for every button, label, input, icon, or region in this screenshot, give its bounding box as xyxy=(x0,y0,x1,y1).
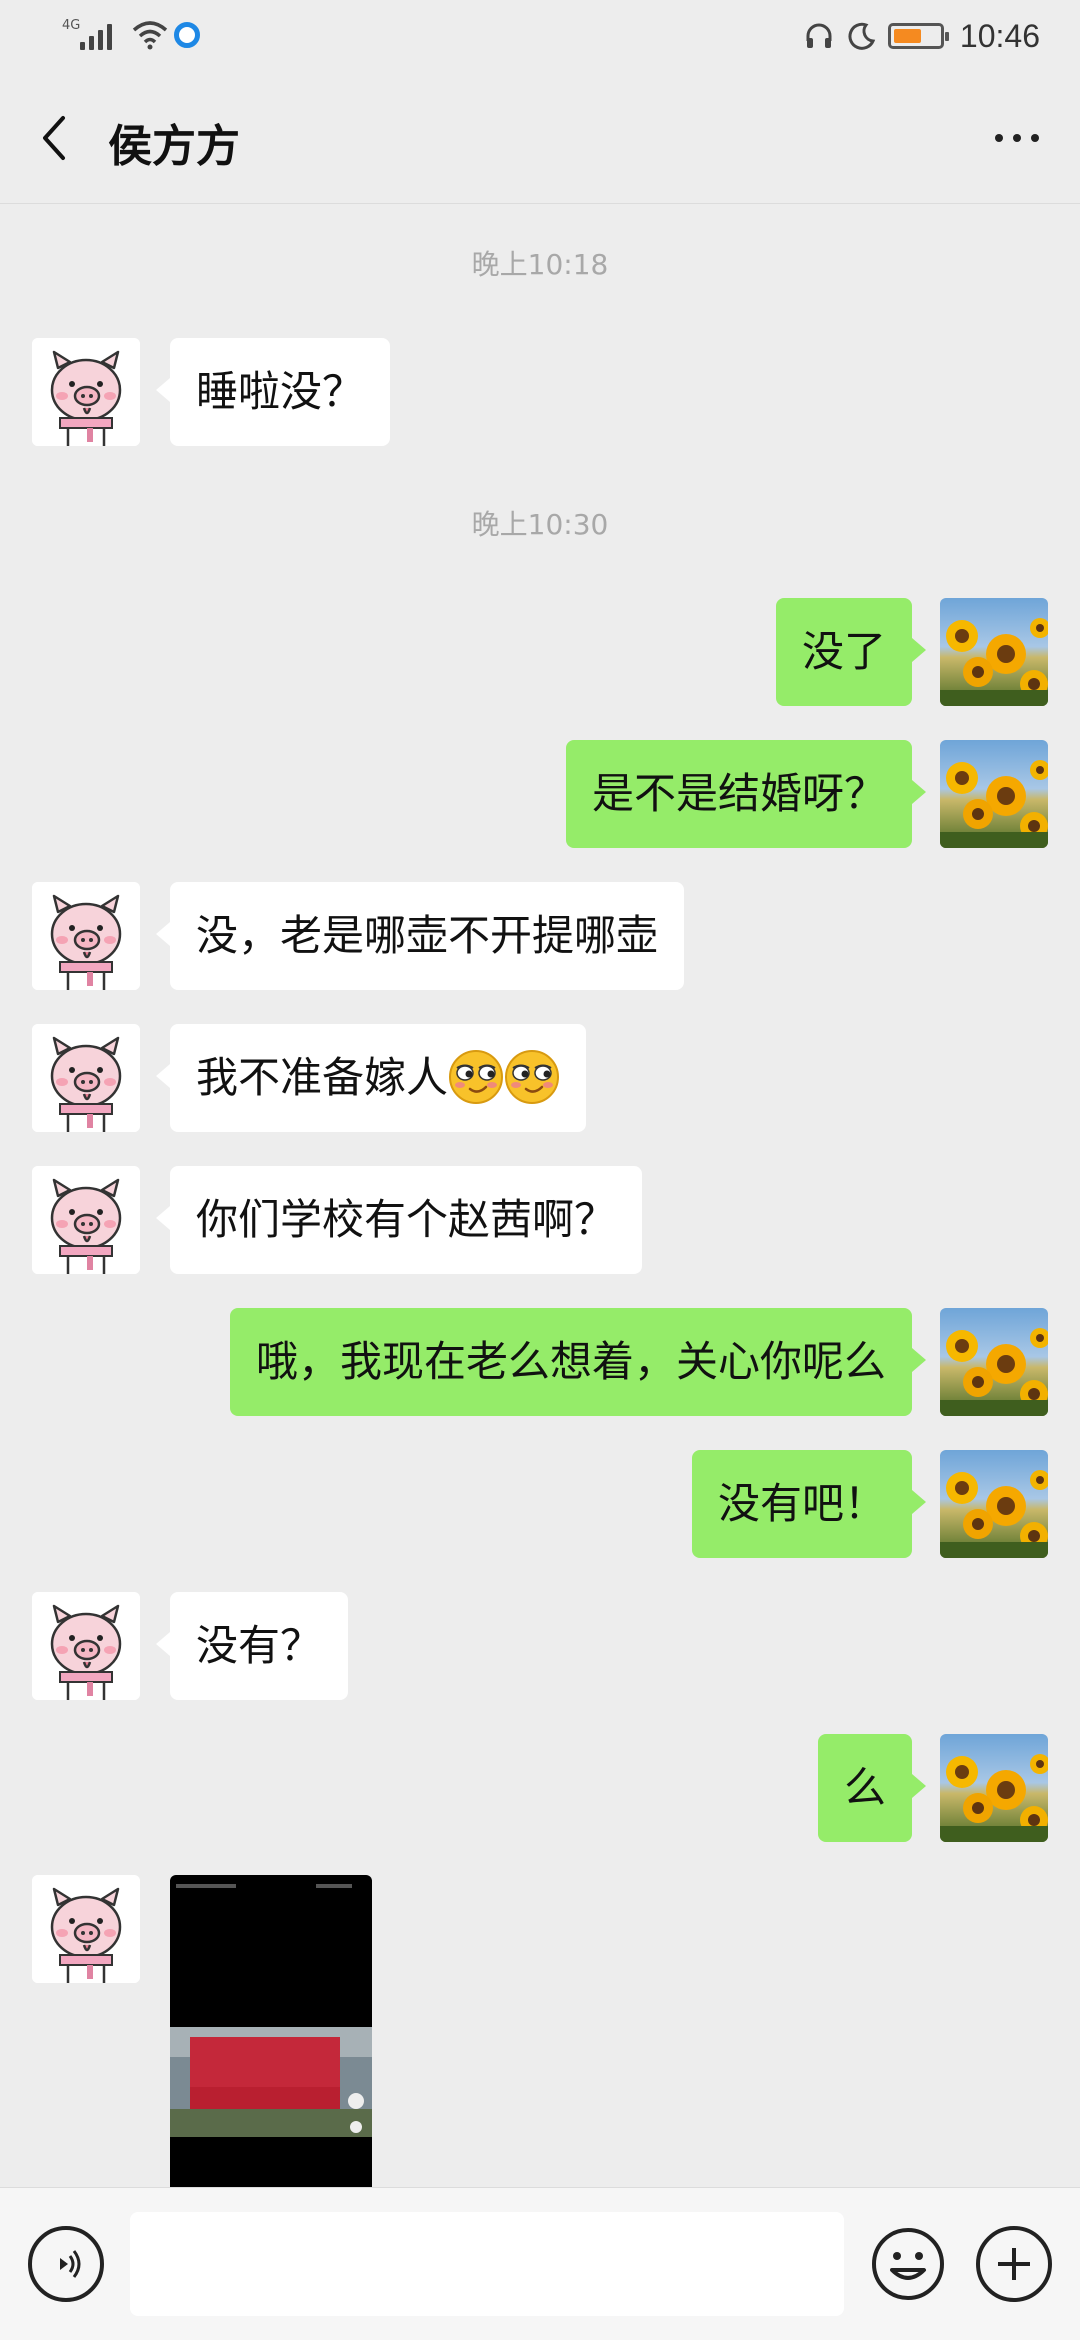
contact-avatar[interactable] xyxy=(32,1166,140,1274)
more-options-button[interactable] xyxy=(982,112,1052,164)
sent-message-bubble[interactable]: 么 xyxy=(817,1734,927,1842)
message-row: 没了 xyxy=(0,598,1080,706)
contact-avatar[interactable] xyxy=(32,1875,140,1983)
plus-icon xyxy=(998,2248,1030,2280)
back-button[interactable] xyxy=(26,106,82,170)
more-dot-icon xyxy=(1013,134,1021,142)
contact-avatar[interactable] xyxy=(32,1024,140,1132)
thumbnail-status-bar xyxy=(176,1884,352,1888)
wifi-icon xyxy=(132,21,168,50)
my-avatar[interactable] xyxy=(940,740,1048,848)
network-type: 4G xyxy=(62,18,81,33)
status-time: 10:46 xyxy=(959,17,1040,54)
my-avatar[interactable] xyxy=(940,598,1048,706)
more-dot-icon xyxy=(995,134,1003,142)
message-row: 没有？ xyxy=(0,1592,1080,1700)
message-row: 睡啦没？ xyxy=(0,338,1080,446)
thumbnail-scene-image xyxy=(170,2027,372,2137)
sent-message-bubble[interactable]: 是不是结婚呀？ xyxy=(565,740,927,848)
timestamp: 晚上10:18 xyxy=(471,248,609,281)
received-message-bubble[interactable]: 没，老是哪壶不开提哪壶 xyxy=(155,882,685,990)
message-row: 么 xyxy=(0,1734,1080,1842)
more-functions-button[interactable] xyxy=(976,2226,1052,2302)
status-bar: 4G 10:46 xyxy=(0,0,1080,72)
received-message-bubble[interactable]: 我不准备嫁人 xyxy=(155,1024,587,1132)
smirk-emoji-icon xyxy=(448,1049,504,1105)
app-notification-icon xyxy=(174,22,200,48)
message-input[interactable] xyxy=(130,2212,844,2316)
smiley-icon xyxy=(872,2228,944,2300)
message-row: 没有吧！ xyxy=(0,1450,1080,1558)
sent-message-bubble[interactable]: 没有吧！ xyxy=(691,1450,927,1558)
signal-icon xyxy=(80,20,122,50)
message-text: 我不准备嫁人 xyxy=(196,1053,449,1102)
my-avatar[interactable] xyxy=(940,1308,1048,1416)
my-avatar[interactable] xyxy=(940,1450,1048,1558)
voice-input-button[interactable] xyxy=(28,2226,104,2302)
received-message-bubble[interactable]: 你们学校有个赵茜啊？ xyxy=(155,1166,643,1274)
voice-icon xyxy=(60,2250,81,2278)
message-row: 我不准备嫁人 xyxy=(0,1024,1080,1132)
sent-message-bubble[interactable]: 没了 xyxy=(775,598,927,706)
video-message-thumbnail[interactable] xyxy=(170,1875,372,2187)
contact-avatar[interactable] xyxy=(32,1592,140,1700)
chevron-left-icon xyxy=(43,116,65,160)
chat-title: 侯方方 xyxy=(108,121,240,172)
message-row xyxy=(0,1875,1080,1983)
contact-avatar[interactable] xyxy=(32,338,140,446)
smirk-emoji-icon xyxy=(504,1049,560,1105)
input-bar xyxy=(0,2187,1080,2340)
status-right: 10:46 xyxy=(804,14,1040,58)
sent-message-bubble[interactable]: 哦，我现在老么想着，关心你呢么 xyxy=(229,1308,927,1416)
emoji-button[interactable] xyxy=(870,2226,946,2302)
chat-area[interactable]: 晚上10:18 睡啦没？ 晚上10:30 没了 是不是结婚呀？ 没，老是哪壶不开… xyxy=(0,205,1080,2187)
received-message-bubble[interactable]: 睡啦没？ xyxy=(155,338,391,446)
more-dot-icon xyxy=(1031,134,1039,142)
moon-icon xyxy=(848,22,876,50)
message-row: 是不是结婚呀？ xyxy=(0,740,1080,848)
chat-header: 侯方方 xyxy=(0,72,1080,204)
message-row: 哦，我现在老么想着，关心你呢么 xyxy=(0,1308,1080,1416)
battery-icon xyxy=(887,23,949,49)
message-row: 你们学校有个赵茜啊？ xyxy=(0,1166,1080,1274)
contact-avatar[interactable] xyxy=(32,882,140,990)
received-message-bubble[interactable]: 没有？ xyxy=(155,1592,349,1700)
timestamp: 晚上10:30 xyxy=(471,508,609,541)
headphones-icon xyxy=(806,23,832,48)
message-row: 没，老是哪壶不开提哪壶 xyxy=(0,882,1080,990)
my-avatar[interactable] xyxy=(940,1734,1048,1842)
